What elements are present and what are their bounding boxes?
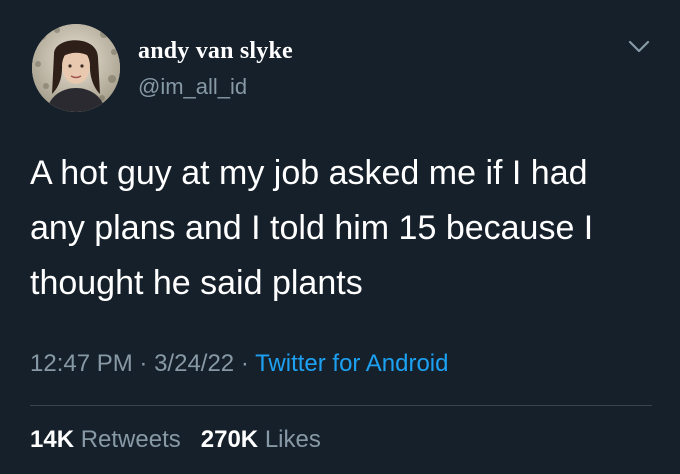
meta-separator: · (240, 350, 249, 377)
user-handle[interactable]: @im_all_id (138, 74, 247, 100)
profile-photo-icon (32, 24, 120, 112)
tweet-source-link[interactable]: Twitter for Android (255, 350, 448, 377)
divider (30, 405, 652, 406)
retweets-stat[interactable]: 14K Retweets (30, 426, 187, 453)
likes-count: 270K (200, 426, 259, 453)
retweets-count: 14K (30, 426, 75, 453)
avatar[interactable] (32, 24, 120, 112)
tweet-time[interactable]: 12:47 PM (30, 350, 133, 377)
display-name[interactable]: andy van slyke (138, 38, 293, 65)
retweets-label: Retweets (80, 426, 181, 453)
tweet-stats: 14K Retweets 270K Likes (30, 426, 321, 454)
chevron-down-icon[interactable] (626, 36, 652, 56)
likes-label: Likes (264, 426, 321, 453)
tweet-date[interactable]: 3/24/22 (154, 350, 234, 377)
likes-stat[interactable]: 270K Likes (201, 426, 321, 453)
tweet-card: andy van slyke @im_all_id A hot guy at m… (0, 0, 680, 474)
meta-separator: · (139, 350, 148, 377)
tweet-text: A hot guy at my job asked me if I had an… (30, 154, 594, 302)
tweet-meta: 12:47 PM · 3/24/22 · Twitter for Android (30, 350, 448, 378)
